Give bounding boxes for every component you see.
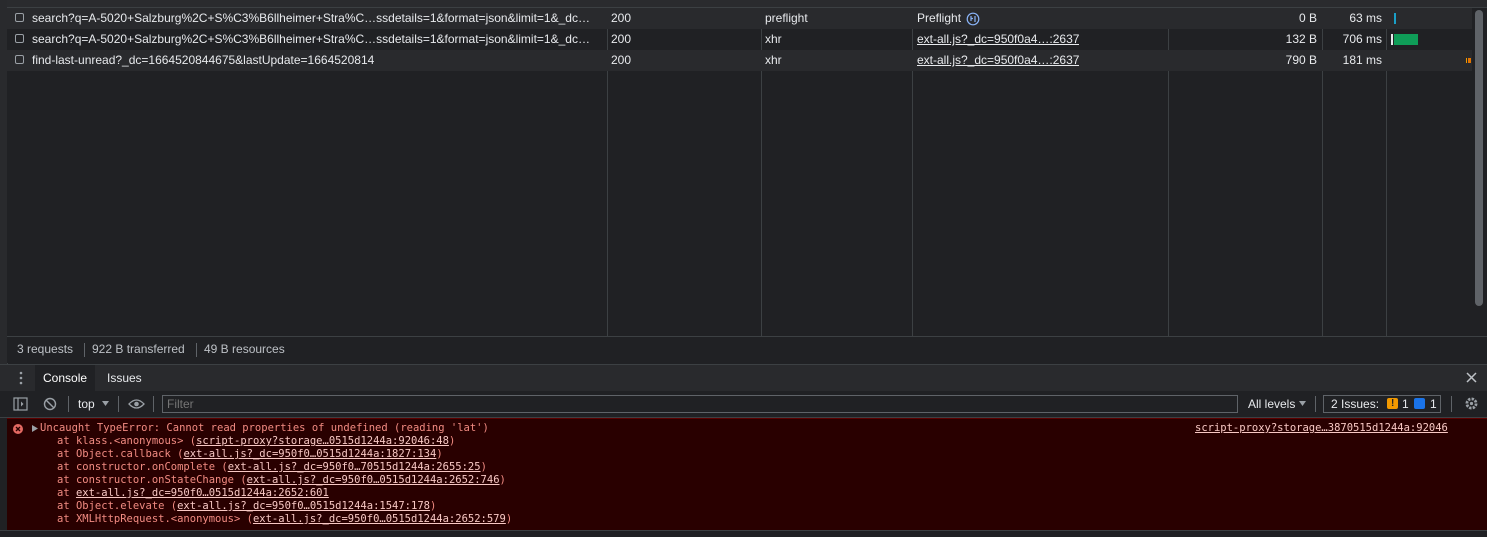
console-toolbar: top All levels 2 Issues: ! 1 1 xyxy=(0,391,1487,418)
frame-link[interactable]: script-proxy?storage…0515d1244a:92046:48 xyxy=(196,435,449,447)
frame-suffix: ) xyxy=(480,461,487,473)
live-expression-icon[interactable] xyxy=(128,398,145,410)
kebab-menu-icon[interactable] xyxy=(18,371,24,385)
stack-frame: at Object.elevate (ext-all.js?_dc=950f0…… xyxy=(57,500,436,513)
tab-console[interactable]: Console xyxy=(35,365,96,391)
issues-label: 2 Issues: xyxy=(1331,397,1380,411)
clear-console-icon[interactable] xyxy=(43,397,57,411)
frame-suffix: ) xyxy=(505,513,513,525)
request-checkbox[interactable] xyxy=(15,34,24,43)
request-checkbox[interactable] xyxy=(15,13,24,22)
stack-frame: at klass.<anonymous> (script-proxy?stora… xyxy=(57,435,455,448)
table-row[interactable]: search?q=A-5020+Salzburg%2C+S%C3%B6llhei… xyxy=(7,8,1472,29)
request-initiator-link[interactable]: ext-all.js?_dc=950f0a4…:2637 xyxy=(917,29,1079,50)
network-summary-bar: 3 requests 922 B transferred 49 B resour… xyxy=(7,336,1487,363)
chevron-down-icon[interactable] xyxy=(1299,401,1306,406)
network-scrollbar[interactable] xyxy=(1475,10,1483,306)
frame-suffix: ) xyxy=(499,474,506,486)
expand-triangle-icon[interactable] xyxy=(32,425,38,432)
frame-suffix: ) xyxy=(436,448,443,460)
request-status: 200 xyxy=(611,53,632,67)
request-status: 200 xyxy=(611,11,632,25)
request-name[interactable]: search?q=A-5020+Salzburg%2C+S%C3%B6llhei… xyxy=(32,8,600,29)
frame-function: at klass.<anonymous> ( xyxy=(57,435,197,447)
divider xyxy=(68,396,69,412)
sidebar-toggle-icon[interactable] xyxy=(13,397,28,411)
request-initiator: Preflight xyxy=(917,11,962,25)
stack-frame: at Object.callback (ext-all.js?_dc=950f0… xyxy=(57,448,443,461)
chevron-down-icon[interactable] xyxy=(102,401,109,406)
stack-frame: at constructor.onStateChange (ext-all.js… xyxy=(57,474,506,487)
frame-link[interactable]: ext-all.js?_dc=950f0…0515d1244a:1547:178 xyxy=(177,500,430,512)
info-issue-icon xyxy=(1414,398,1425,409)
frame-function: at XMLHttpRequest.<anonymous> ( xyxy=(57,513,253,525)
request-size: 790 B xyxy=(1285,53,1317,67)
request-type: xhr xyxy=(765,53,782,67)
divider xyxy=(118,396,119,412)
tab-issues[interactable]: Issues xyxy=(99,365,150,391)
table-row[interactable]: find-last-unread?_dc=1664520844675&lastU… xyxy=(7,50,1472,71)
waterfall-bar xyxy=(1394,13,1396,24)
console-error-message: Uncaught TypeError: Cannot read properti… xyxy=(7,418,1487,531)
frame-link[interactable]: ext-all.js?_dc=950f0…0515d1244a:2652:746 xyxy=(247,474,500,486)
preflight-icon[interactable] xyxy=(966,12,980,26)
divider xyxy=(84,343,85,357)
frame-suffix: ) xyxy=(429,500,437,512)
frame-function: at Object.elevate ( xyxy=(57,500,178,512)
frame-function: at constructor.onComplete ( xyxy=(57,461,228,473)
waterfall-bar xyxy=(1466,58,1467,63)
request-time: 706 ms xyxy=(1342,32,1382,46)
frame-function: at Object.callback ( xyxy=(57,448,184,460)
request-size: 132 B xyxy=(1285,32,1317,46)
console-filter-input[interactable] xyxy=(162,395,1238,413)
transferred-size: 922 B transferred xyxy=(92,342,185,356)
frame-link[interactable]: ext-all.js?_dc=950f0…0515d1244a:2652:579 xyxy=(253,513,506,525)
request-checkbox[interactable] xyxy=(15,55,24,64)
error-icon xyxy=(13,424,23,434)
stack-frame: at ext-all.js?_dc=950f0…0515d1244a:2652:… xyxy=(57,487,329,500)
table-row[interactable]: search?q=A-5020+Salzburg%2C+S%C3%B6llhei… xyxy=(7,29,1472,50)
drawer-tab-bar: Console Issues xyxy=(0,364,1487,392)
waterfall-bar xyxy=(1394,34,1418,45)
request-name[interactable]: find-last-unread?_dc=1664520844675&lastU… xyxy=(32,50,600,71)
context-selector[interactable]: top xyxy=(78,391,95,417)
divider xyxy=(153,396,154,412)
divider xyxy=(196,343,197,357)
request-name[interactable]: search?q=A-5020+Salzburg%2C+S%C3%B6llhei… xyxy=(32,29,600,50)
error-source-link[interactable]: script-proxy?storage…3870515d1244a:92046 xyxy=(1195,422,1448,435)
frame-link[interactable]: ext-all.js?_dc=950f0…70515d1244a:2655:25 xyxy=(228,461,481,473)
waterfall-bar xyxy=(1468,58,1471,63)
request-time: 63 ms xyxy=(1349,11,1382,25)
warning-issue-glyph: ! xyxy=(1391,398,1395,409)
request-type: xhr xyxy=(765,32,782,46)
request-type: preflight xyxy=(765,11,808,25)
frame-link[interactable]: ext-all.js?_dc=950f0…0515d1244a:1827:134 xyxy=(183,448,436,460)
waterfall-bar xyxy=(1391,34,1393,45)
request-count: 3 requests xyxy=(17,342,74,356)
frame-function: at xyxy=(57,487,76,499)
frame-suffix: ) xyxy=(448,435,456,447)
frame-link[interactable]: ext-all.js?_dc=950f0…0515d1244a:2652:601 xyxy=(76,487,329,499)
info-issue-count: 1 xyxy=(1430,397,1437,411)
request-status: 200 xyxy=(611,32,632,46)
divider xyxy=(1451,396,1452,412)
gear-icon[interactable] xyxy=(1464,396,1479,411)
request-initiator-link[interactable]: ext-all.js?_dc=950f0a4…:2637 xyxy=(917,50,1079,71)
warning-issue-count: 1 xyxy=(1402,397,1409,411)
stack-frame: at constructor.onComplete (ext-all.js?_d… xyxy=(57,461,487,474)
stack-frame: at XMLHttpRequest.<anonymous> (ext-all.j… xyxy=(57,513,512,526)
error-text[interactable]: Uncaught TypeError: Cannot read properti… xyxy=(40,422,489,435)
resource-size: 49 B resources xyxy=(204,342,285,356)
log-levels-dropdown[interactable]: All levels xyxy=(1248,391,1295,417)
request-time: 181 ms xyxy=(1342,53,1382,67)
close-icon[interactable] xyxy=(1466,372,1477,383)
frame-function: at constructor.onStateChange ( xyxy=(57,474,247,486)
request-size: 0 B xyxy=(1298,11,1317,25)
issues-counter-button[interactable]: 2 Issues: ! 1 1 xyxy=(1323,395,1441,413)
table-header-edge xyxy=(7,0,1487,8)
divider xyxy=(1315,396,1316,412)
